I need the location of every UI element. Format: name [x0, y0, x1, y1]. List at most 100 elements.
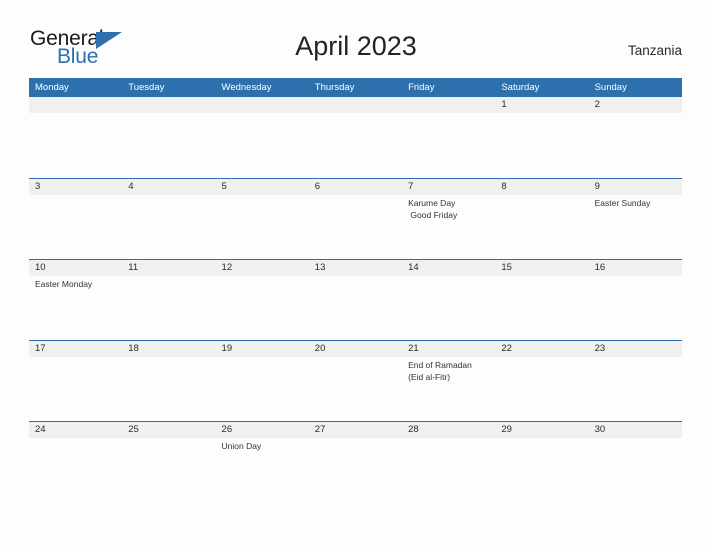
weekday-header-wednesday: Wednesday [221, 82, 272, 93]
day-number [309, 97, 402, 113]
day-events-30 [589, 438, 682, 502]
day-cell-5[interactable]: 5 [216, 179, 309, 195]
day-events-band: Easter Monday [29, 276, 682, 340]
day-cell-10[interactable]: 10 [29, 260, 122, 276]
day-number: 19 [221, 343, 233, 354]
page-header: General Blue April 2023 Tanzania [0, 0, 712, 78]
day-number-band: 12 [29, 97, 682, 113]
day-number: 4 [128, 181, 134, 192]
day-cell-8[interactable]: 8 [495, 179, 588, 195]
day-events-27 [309, 438, 402, 502]
day-number: 3 [35, 181, 41, 192]
day-cell-30[interactable]: 30 [589, 422, 682, 438]
day-events-20 [309, 357, 402, 421]
day-events-17 [29, 357, 122, 421]
weekday-header-thursday: Thursday [314, 82, 355, 93]
day-number: 5 [221, 181, 227, 192]
weekday-header-row: Monday Tuesday Wednesday Thursday Friday Satu… [29, 78, 682, 97]
day-events-26: Union Day [216, 438, 309, 502]
day-number: 30 [594, 424, 606, 435]
day-cell-16[interactable]: 16 [589, 260, 682, 276]
day-events-band: Union Day [29, 438, 682, 502]
event-label: (Eid al-Fitr) [408, 371, 451, 382]
day-cell-2[interactable]: 2 [589, 97, 682, 113]
day-number: 9 [594, 181, 600, 192]
day-cell-21[interactable]: 21 [402, 341, 495, 357]
day-events-2 [589, 113, 682, 177]
day-number-band: 24 25 26 27 28 29 30 [29, 422, 682, 438]
day-cell-27[interactable]: 27 [309, 422, 402, 438]
weekday-header-tuesday: Tuesday [128, 82, 165, 93]
day-cell-14[interactable]: 14 [402, 260, 495, 276]
day-number [122, 97, 215, 113]
day-cell-4[interactable]: 4 [122, 179, 215, 195]
day-number: 14 [408, 262, 419, 273]
day-events-12 [216, 276, 309, 340]
day-cell-15[interactable]: 15 [495, 260, 588, 276]
day-number [216, 97, 309, 113]
day-cell-13[interactable]: 13 [309, 260, 402, 276]
day-cell-3[interactable]: 3 [29, 179, 122, 195]
day-cell-17[interactable]: 17 [29, 341, 122, 357]
day-cell-empty [309, 97, 402, 113]
day-cell-28[interactable]: 28 [402, 422, 495, 438]
day-cell-23[interactable]: 23 [589, 341, 682, 357]
day-number-band: 17 18 19 20 21 22 23 [29, 341, 682, 357]
day-number: 29 [501, 424, 512, 435]
week-row: 24 25 26 27 28 29 30 Union Day [29, 421, 682, 502]
day-cell-18[interactable]: 18 [122, 341, 215, 357]
day-number-band: 10 11 12 13 14 15 16 [29, 260, 682, 276]
event-label: Union Day [221, 441, 262, 451]
day-cell-12[interactable]: 12 [216, 260, 309, 276]
day-cell-25[interactable]: 25 [122, 422, 215, 438]
day-events-21: End of Ramadan (Eid al-Fitr) [402, 357, 495, 421]
week-row: 17 18 19 20 21 22 23 End of Ramadan (Eid al-Fitr… [29, 340, 682, 421]
day-number: 11 [128, 262, 139, 273]
day-cell-7[interactable]: 7 [402, 179, 495, 195]
day-events-band: End of Ramadan (Eid al-Fitr) [29, 357, 682, 421]
day-events-14 [402, 276, 495, 340]
day-cell-20[interactable]: 20 [309, 341, 402, 357]
day-number: 26 [221, 424, 233, 435]
day-number: 13 [314, 262, 326, 273]
day-cell-29[interactable]: 29 [495, 422, 588, 438]
day-events-band [29, 113, 682, 177]
day-cell-6[interactable]: 6 [309, 179, 402, 195]
day-cell-22[interactable]: 22 [495, 341, 588, 357]
day-cell-24[interactable]: 24 [29, 422, 122, 438]
calendar-grid: Monday Tuesday Wednesday Thursday Friday Satu… [29, 78, 682, 502]
day-events-empty [309, 113, 402, 177]
day-events-28 [402, 438, 495, 502]
day-events-1 [495, 113, 588, 177]
day-events-empty [216, 113, 309, 177]
weekday-header-saturday: Saturday [501, 82, 540, 93]
day-cell-19[interactable]: 19 [216, 341, 309, 357]
day-cell-empty [216, 97, 309, 113]
day-cell-9[interactable]: 9 [589, 179, 682, 195]
day-events-6 [309, 195, 402, 259]
week-row: 3 4 5 6 7 8 9 Karume Day Good Friday Easter Sund… [29, 178, 682, 259]
day-events-empty [402, 113, 495, 177]
weekday-header-monday: Monday [35, 82, 69, 93]
day-number: 23 [594, 343, 606, 354]
day-events-7: Karume Day Good Friday [402, 195, 495, 259]
page-title: April 2023 [295, 31, 417, 61]
day-events-15 [495, 276, 588, 340]
day-number: 8 [501, 181, 507, 192]
event-label: End of Ramadan [408, 360, 472, 370]
day-number: 7 [408, 181, 414, 192]
day-events-band: Karume Day Good Friday Easter Sunday [29, 195, 682, 259]
day-events-10: Easter Monday [29, 276, 122, 340]
day-cell-26[interactable]: 26 [216, 422, 309, 438]
day-cell-empty [29, 97, 122, 113]
day-number [29, 97, 122, 113]
day-number: 12 [221, 262, 233, 273]
day-events-8 [495, 195, 588, 259]
day-cell-11[interactable]: 11 [122, 260, 215, 276]
day-events-11 [122, 276, 215, 340]
day-events-4 [122, 195, 215, 259]
day-events-22 [495, 357, 588, 421]
day-cell-1[interactable]: 1 [495, 97, 588, 113]
calendar-weeks: 1 2 3 4 5 6 7 8 9 Karume Day Good Friday Easter Su… [29, 97, 682, 502]
day-number: 21 [408, 343, 419, 354]
